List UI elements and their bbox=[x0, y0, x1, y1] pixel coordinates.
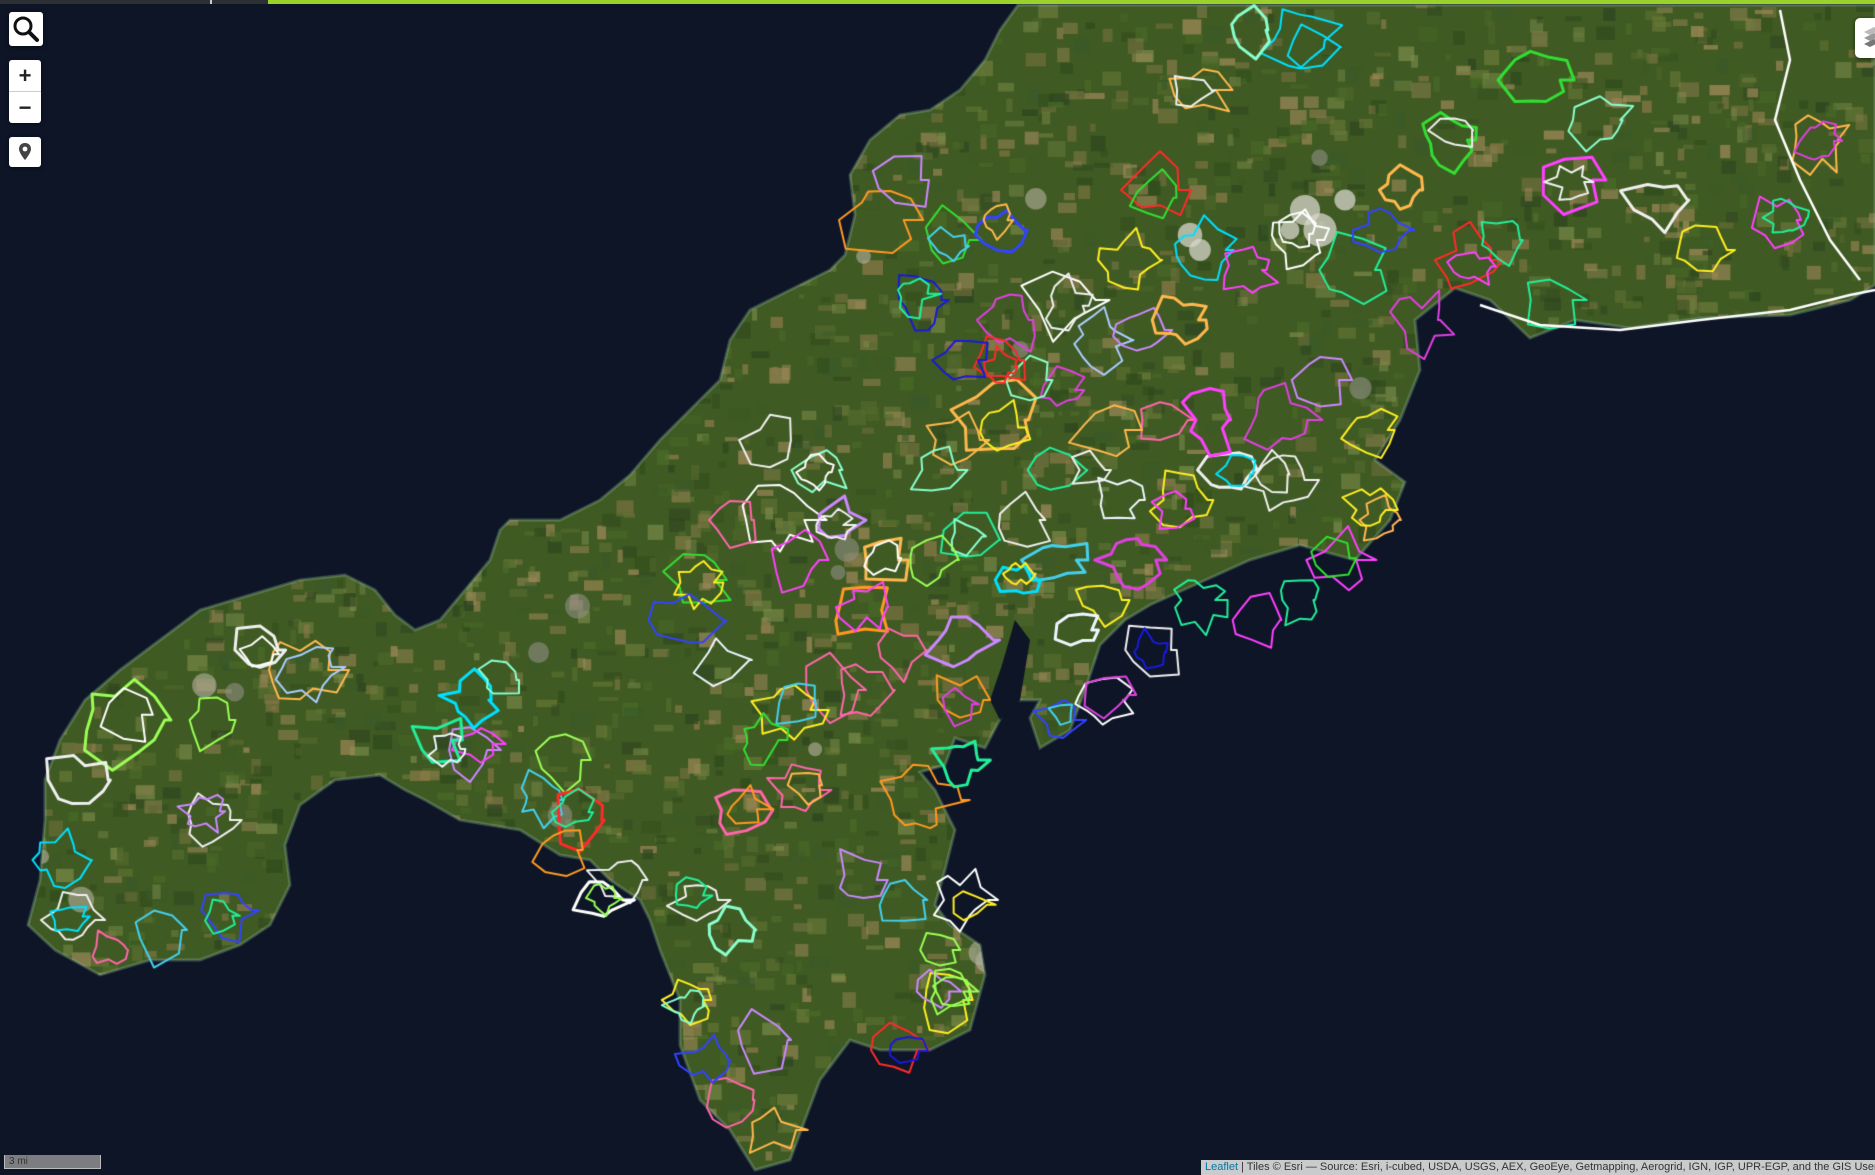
scale-label: 3 mi bbox=[9, 1156, 28, 1167]
layers-button[interactable] bbox=[1855, 18, 1875, 58]
progress-divider bbox=[210, 0, 212, 4]
attribution: Leaflet | Tiles © Esri — Source: Esri, i… bbox=[1201, 1160, 1875, 1175]
attribution-text: | Tiles © Esri — Source: Esri, i-cubed, … bbox=[1238, 1161, 1875, 1173]
search-icon bbox=[13, 16, 39, 42]
map-pin-icon bbox=[19, 143, 31, 160]
progress-bar bbox=[0, 0, 1875, 4]
leaflet-link[interactable]: Leaflet bbox=[1205, 1161, 1238, 1173]
scale-bar: 3 mi bbox=[4, 1155, 101, 1169]
locate-button[interactable] bbox=[9, 137, 41, 167]
zoom-in-button[interactable]: + bbox=[9, 60, 41, 92]
zoom-out-button[interactable]: − bbox=[9, 92, 41, 123]
map-canvas[interactable] bbox=[0, 0, 1875, 1175]
layers-icon bbox=[1864, 27, 1875, 47]
progress-track bbox=[0, 0, 268, 4]
search-button[interactable] bbox=[9, 12, 43, 46]
zoom-control: + − bbox=[9, 60, 41, 123]
